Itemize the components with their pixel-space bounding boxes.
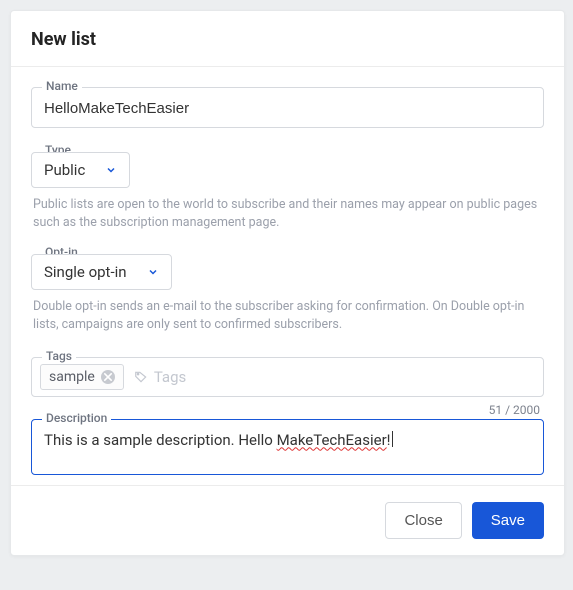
name-field[interactable]: Name: [31, 87, 544, 128]
dialog-body: Name Type Public Public lists are open t…: [11, 67, 564, 485]
description-field-wrap: 51 / 2000 Description This is a sample d…: [31, 419, 544, 475]
chevron-down-icon: [105, 164, 117, 176]
save-button[interactable]: Save: [472, 502, 544, 539]
close-button[interactable]: Close: [385, 502, 461, 539]
name-input[interactable]: [44, 98, 531, 119]
optin-help: Double opt-in sends an e-mail to the sub…: [33, 298, 542, 334]
description-field[interactable]: Description This is a sample description…: [31, 419, 544, 475]
type-select[interactable]: Public: [31, 152, 130, 188]
tag-remove-icon[interactable]: [101, 370, 115, 384]
optin-value: Single opt-in: [44, 263, 147, 281]
text-caret: [392, 431, 393, 447]
type-value: Public: [44, 161, 105, 179]
description-text[interactable]: This is a sample description. Hello Make…: [44, 430, 531, 451]
tag-text: sample: [49, 369, 95, 385]
description-charcount: 51 / 2000: [489, 403, 540, 417]
dialog-title: New list: [31, 29, 544, 50]
chevron-down-icon: [147, 266, 159, 278]
optin-select[interactable]: Single opt-in: [31, 254, 172, 290]
type-field-wrap: Type Public: [31, 152, 544, 188]
dialog-header: New list: [11, 11, 564, 67]
description-label: Description: [42, 411, 111, 425]
tags-placeholder: Tags: [134, 368, 186, 386]
dialog-footer: Close Save: [11, 485, 564, 555]
name-label: Name: [42, 79, 82, 93]
tag-chip: sample: [40, 364, 124, 390]
new-list-dialog: New list Name Type Public Public lists a…: [10, 10, 565, 556]
optin-field-wrap: Opt-in Single opt-in: [31, 254, 544, 290]
tags-field[interactable]: Tags sample Tags: [31, 357, 544, 397]
name-field-wrap: Name: [31, 87, 544, 128]
type-help: Public lists are open to the world to su…: [33, 196, 542, 232]
tag-icon: [134, 370, 148, 384]
tags-label: Tags: [42, 349, 76, 363]
